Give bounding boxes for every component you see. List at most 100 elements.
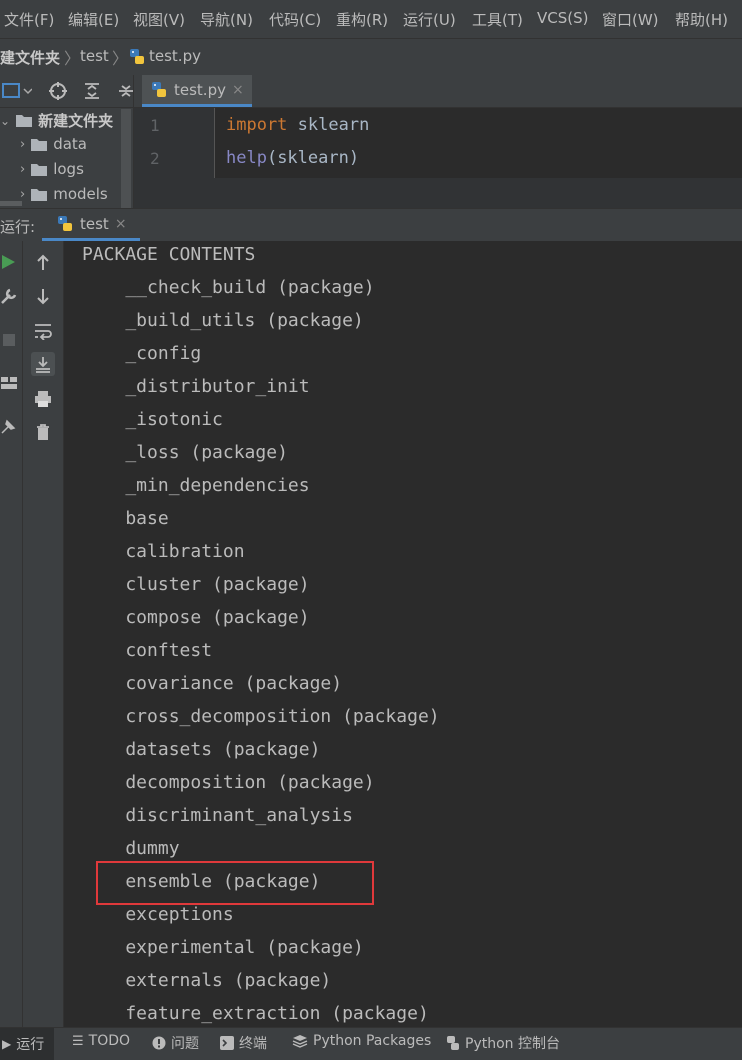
section-header: PACKAGE CONTENTS	[82, 244, 256, 265]
code-line-2[interactable]: help(sklearn)	[226, 148, 359, 168]
tree-item-models[interactable]: › models	[20, 185, 108, 203]
module-line: decomposition (package)	[82, 772, 375, 793]
menu-code[interactable]: 代码(C)	[269, 9, 321, 30]
menu-navigate[interactable]: 导航(N)	[200, 9, 253, 30]
project-panel: ⌄ 新建文件夹 › data › logs › models	[0, 75, 134, 219]
menu-bar: 文件(F) 编辑(E) 视图(V) 导航(N) 代码(C) 重构(R) 运行(U…	[0, 0, 742, 38]
tree-item-logs[interactable]: › logs	[20, 160, 84, 178]
python-console-tool-button[interactable]: Python 控制台	[446, 1033, 560, 1053]
stop-icon[interactable]	[2, 333, 16, 347]
run-label: 运行:	[0, 218, 36, 236]
gutter-divider	[214, 108, 215, 178]
terminal-tool-button[interactable]: 终端	[220, 1033, 267, 1053]
module-line: calibration	[82, 541, 245, 562]
soft-wrap-icon[interactable]	[32, 320, 54, 342]
tree-item-data[interactable]: › data	[20, 135, 87, 153]
pin-icon[interactable]	[0, 417, 18, 435]
terminal-label: 终端	[239, 1036, 267, 1052]
code-text: sklearn	[287, 115, 370, 135]
breadcrumb-test[interactable]: test	[80, 47, 109, 65]
module-line: _config	[82, 343, 202, 364]
info-icon	[152, 1036, 166, 1050]
keyword: import	[226, 115, 288, 135]
problems-tool-button[interactable]: 问题	[152, 1033, 199, 1053]
module-line: compose (package)	[82, 607, 310, 628]
module-line: _build_utils (package)	[82, 310, 364, 331]
editor-gutter	[134, 108, 214, 178]
module-line: discriminant_analysis	[82, 805, 353, 826]
menu-file[interactable]: 文件(F)	[4, 9, 54, 30]
scroll-up-icon[interactable]	[32, 252, 54, 274]
scroll-to-end-icon[interactable]	[31, 352, 55, 376]
run-tab-test[interactable]: test ×	[42, 209, 140, 241]
wrench-icon[interactable]	[0, 287, 18, 305]
module-line: experimental (package)	[82, 937, 364, 958]
print-icon[interactable]	[32, 388, 54, 410]
layout-icon[interactable]	[0, 375, 18, 391]
module-line: exceptions	[82, 904, 234, 925]
run-tool-header: 运行: test ×	[0, 208, 742, 242]
python-console-label: Python 控制台	[465, 1036, 560, 1052]
module-line: _loss (package)	[82, 442, 288, 463]
code-line-1[interactable]: import sklearn	[226, 115, 369, 135]
scroll-down-icon[interactable]	[32, 285, 54, 307]
run-tool-button[interactable]: ▶ 运行	[0, 1028, 55, 1060]
project-toolbar	[0, 75, 133, 108]
run-tab-label: test	[80, 214, 109, 233]
menu-edit[interactable]: 编辑(E)	[68, 9, 119, 30]
menu-vcs[interactable]: VCS(S)	[537, 9, 588, 27]
menu-window[interactable]: 窗口(W)	[602, 9, 659, 30]
tab-test-py[interactable]: test.py ×	[142, 75, 252, 107]
terminal-icon	[220, 1036, 234, 1050]
module-line: _distributor_init	[82, 376, 310, 397]
tree-item-label: models	[53, 185, 108, 203]
breadcrumb-separator-icon: 〉	[64, 49, 81, 68]
code-text: (sklearn)	[266, 148, 360, 168]
tool-window-bar: ▶ 运行 ☰ TODO 问题 终端 Python Packages Python…	[0, 1027, 742, 1060]
module-line: _isotonic	[82, 409, 223, 430]
menu-help[interactable]: 帮助(H)	[675, 9, 728, 30]
rerun-icon[interactable]	[0, 253, 16, 271]
project-hscrollbar[interactable]	[0, 201, 22, 206]
python-packages-tool-button[interactable]: Python Packages	[292, 1033, 431, 1049]
menu-run[interactable]: 运行(U)	[403, 9, 456, 30]
module-line: base	[82, 508, 169, 529]
module-line: externals (package)	[82, 970, 332, 991]
project-scrollbar[interactable]	[121, 109, 131, 219]
list-icon: ☰	[72, 1033, 84, 1049]
folder-icon	[30, 187, 48, 202]
menu-refactor[interactable]: 重构(R)	[336, 9, 388, 30]
folder-icon	[30, 137, 48, 152]
todo-tool-button[interactable]: ☰ TODO	[72, 1033, 130, 1049]
chevron-right-icon: ›	[20, 161, 26, 177]
tree-root-label: 新建文件夹	[38, 112, 114, 130]
chevron-right-icon: ›	[20, 136, 26, 152]
folder-icon	[15, 113, 33, 128]
python-icon	[446, 1036, 460, 1050]
breadcrumb-folder[interactable]: 建文件夹	[0, 47, 60, 68]
collapse-all-icon[interactable]	[82, 81, 102, 101]
module-line: covariance (package)	[82, 673, 343, 694]
line-number: 2	[150, 149, 160, 168]
menu-tools[interactable]: 工具(T)	[472, 9, 523, 30]
module-line: dummy	[82, 838, 180, 859]
close-icon[interactable]: ×	[115, 216, 127, 232]
trash-icon[interactable]	[32, 421, 54, 443]
module-line: datasets (package)	[82, 739, 321, 760]
breadcrumb: 建文件夹 〉 test 〉 test.py	[0, 38, 742, 76]
menu-view[interactable]: 视图(V)	[133, 9, 185, 30]
close-icon[interactable]: ×	[232, 82, 244, 98]
console-output[interactable]: PACKAGE CONTENTS __check_build (package)…	[64, 241, 742, 1027]
breadcrumb-file[interactable]: test.py	[149, 47, 201, 65]
module-line: feature_extraction (package)	[82, 1003, 429, 1024]
tree-root[interactable]: ⌄ 新建文件夹	[0, 110, 113, 131]
editor-empty-area	[134, 178, 742, 208]
expand-all-icon[interactable]	[116, 81, 134, 101]
module-line: conftest	[82, 640, 213, 661]
python-file-icon	[150, 81, 168, 99]
builtin-function: help	[226, 148, 267, 168]
module-line: cluster (package)	[82, 574, 310, 595]
locate-icon[interactable]	[48, 81, 68, 101]
python-icon	[56, 215, 74, 233]
project-view-icon[interactable]	[2, 82, 32, 100]
